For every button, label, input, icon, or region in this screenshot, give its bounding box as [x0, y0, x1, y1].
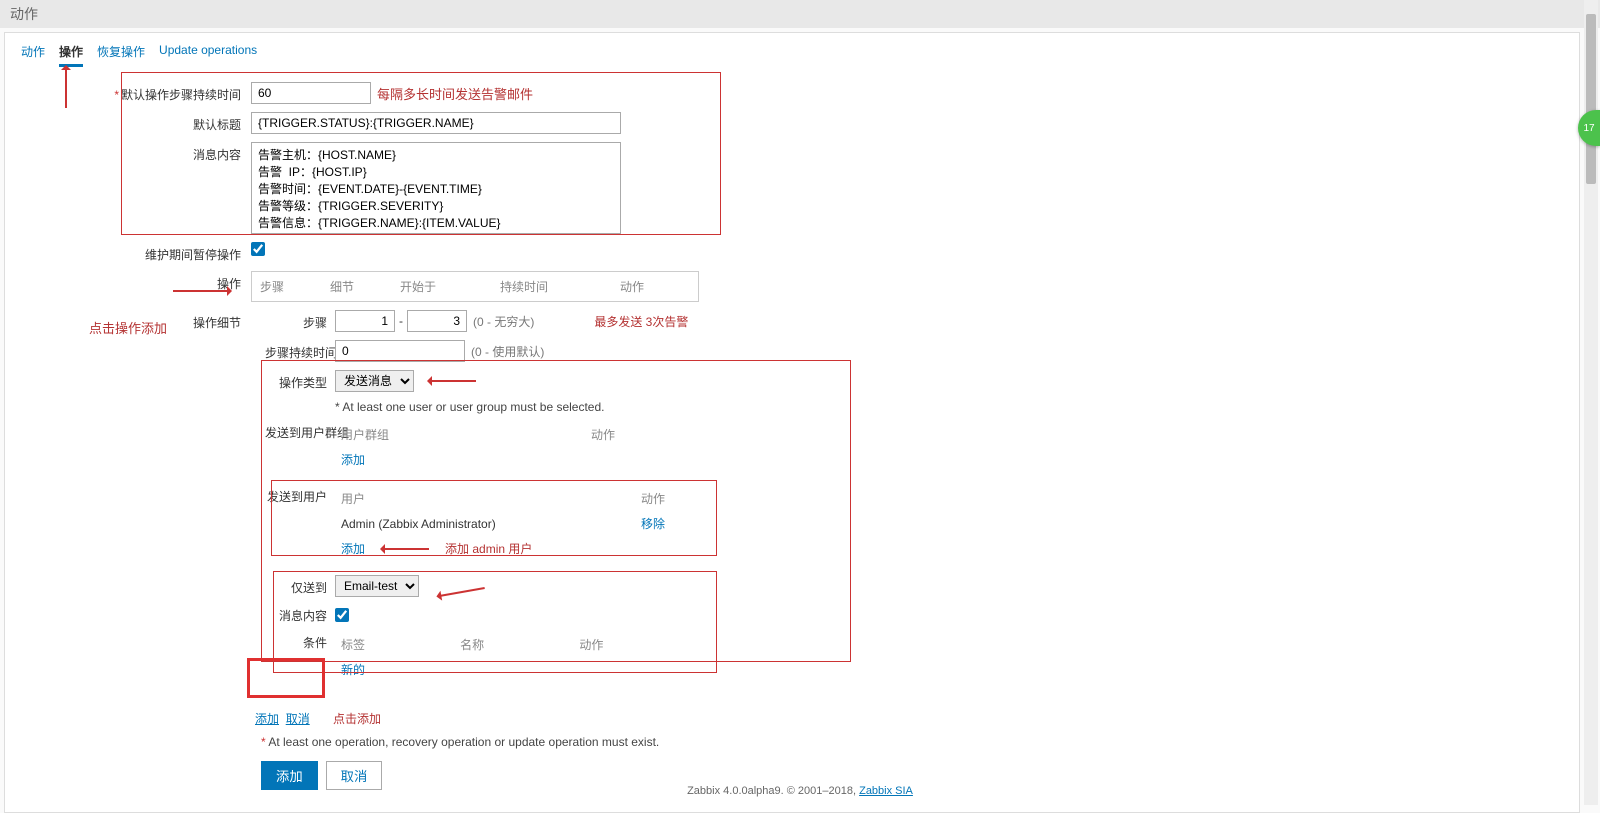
label-operation-details: 操作细节: [21, 310, 251, 331]
label-operations: 操作: [21, 271, 251, 292]
input-default-step-duration[interactable]: [251, 82, 371, 104]
users-col-name: 用户: [341, 490, 641, 507]
sublabel-send-users: 发送到用户: [265, 486, 335, 505]
scrollbar-thumb[interactable]: [1586, 14, 1596, 184]
ops-col-detail: 细节: [330, 278, 400, 295]
select-op-type[interactable]: 发送消息: [335, 370, 414, 392]
input-step-duration[interactable]: [335, 340, 465, 362]
page-title: 动作: [0, 0, 1600, 28]
sublabel-steps: 步骤: [265, 312, 335, 331]
annotation-click-add: 点击添加: [333, 712, 381, 726]
annotation-max-three: 最多发送 3次告警: [594, 313, 688, 330]
users-col-action: 动作: [641, 490, 701, 507]
note-at-least-one-op: At least one operation, recovery operati…: [268, 735, 659, 749]
select-send-only[interactable]: Email-test: [335, 575, 419, 597]
annotation-add-admin: 添加 admin 用户: [445, 540, 532, 557]
annotation-interval: 每隔多长时间发送告警邮件: [377, 84, 533, 103]
cond-col-tag: 标签: [341, 636, 460, 653]
sublabel-conditions: 条件: [265, 632, 335, 651]
conditions-table: 标签 名称 动作 新的: [335, 632, 635, 682]
tab-update-ops[interactable]: Update operations: [159, 43, 257, 67]
sublabel-send-groups: 发送到用户群组: [265, 422, 335, 441]
sublabel-op-type: 操作类型: [265, 372, 335, 391]
user-groups-table: 用户群组 动作 添加: [335, 422, 695, 472]
ops-col-start: 开始于: [400, 278, 500, 295]
input-step-to[interactable]: [407, 310, 467, 332]
hint-step-infinite: (0 - 无穷大): [473, 313, 534, 330]
groups-col-name: 用户群组: [341, 426, 591, 443]
cond-new-link[interactable]: 新的: [341, 661, 365, 678]
cond-col-name: 名称: [460, 636, 579, 653]
user-remove-link[interactable]: 移除: [641, 517, 665, 531]
tab-action[interactable]: 动作: [21, 43, 45, 67]
operations-table: 步骤 细节 开始于 持续时间 动作: [251, 271, 699, 302]
side-badge[interactable]: 17: [1578, 110, 1600, 146]
page-footer: Zabbix 4.0.0alpha9. © 2001–2018, Zabbix …: [0, 785, 1600, 797]
input-default-subject[interactable]: [251, 112, 621, 134]
hint-duration-default: (0 - 使用默认): [471, 343, 544, 360]
cond-col-action: 动作: [579, 636, 629, 653]
annotation-arrow-adduser: [383, 548, 429, 550]
label-pause-maintenance: 维护期间暂停操作: [21, 242, 251, 263]
ops-col-step: 步骤: [260, 278, 330, 295]
op-add-link[interactable]: 添加: [255, 712, 279, 726]
content-panel: 动作 操作 恢复操作 Update operations *默认操作步骤持续时间…: [4, 32, 1580, 813]
ops-col-action: 动作: [620, 278, 680, 295]
textarea-message-content[interactable]: 告警主机：{HOST.NAME} 告警 IP：{HOST.IP} 告警时间：{E…: [251, 142, 621, 234]
tab-recovery[interactable]: 恢复操作: [97, 43, 145, 67]
groups-add-link[interactable]: 添加: [341, 451, 365, 468]
label-message-content: 消息内容: [21, 142, 251, 163]
sublabel-msg-content2: 消息内容: [265, 605, 335, 624]
sublabel-send-only: 仅送到: [265, 577, 335, 596]
tab-operations[interactable]: 操作: [59, 43, 83, 67]
groups-col-action: 动作: [591, 426, 681, 443]
ops-col-duration: 持续时间: [500, 278, 620, 295]
hint-must-select: * At least one user or user group must b…: [335, 400, 604, 414]
op-cancel-link[interactable]: 取消: [286, 712, 310, 726]
users-add-link[interactable]: 添加: [341, 540, 365, 557]
checkbox-pause-maintenance[interactable]: [251, 242, 265, 256]
checkbox-msg-content[interactable]: [335, 608, 349, 622]
footer-link[interactable]: Zabbix SIA: [859, 785, 913, 797]
sublabel-step-duration: 步骤持续时间: [265, 342, 335, 361]
annotation-arrow-sendonly: [439, 587, 485, 597]
label-default-subject: 默认标题: [21, 112, 251, 133]
label-default-step-duration: *默认操作步骤持续时间: [21, 82, 251, 103]
tabs: 动作 操作 恢复操作 Update operations: [13, 33, 1571, 72]
input-step-from[interactable]: [335, 310, 395, 332]
annotation-arrow-optype: [430, 380, 476, 382]
user-row-admin: Admin (Zabbix Administrator): [341, 517, 641, 531]
users-table: 用户 动作 Admin (Zabbix Administrator) 移除 添加: [335, 486, 711, 561]
